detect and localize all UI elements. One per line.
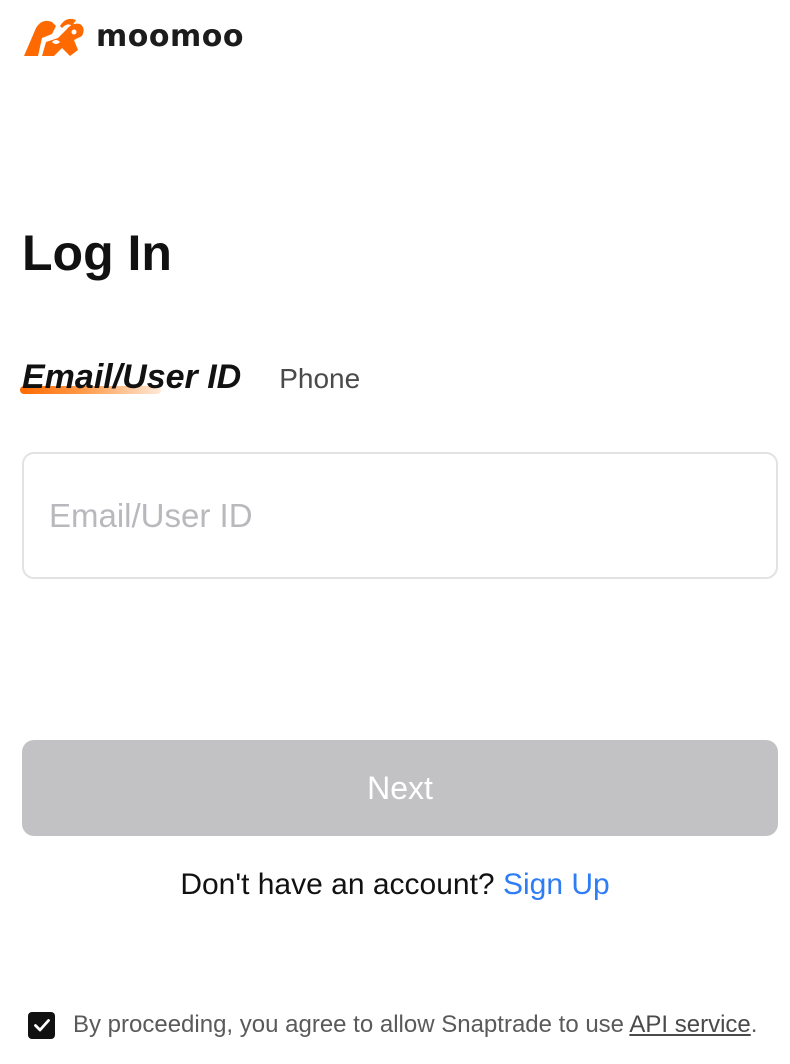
sign-up-link[interactable]: Sign Up bbox=[503, 868, 610, 901]
tab-phone-label: Phone bbox=[279, 363, 361, 394]
moomoo-bull-logo-icon bbox=[24, 18, 84, 57]
brand-header: moomoo bbox=[22, 14, 244, 58]
signup-row: Don't have an account? Sign Up bbox=[0, 868, 790, 902]
login-page: moomoo Log In Email/User ID Phone Next D… bbox=[0, 0, 790, 1064]
login-method-tabs: Email/User ID Phone bbox=[20, 358, 360, 397]
tab-phone[interactable]: Phone bbox=[279, 363, 360, 395]
tab-email-label: Email/User ID bbox=[22, 358, 242, 396]
email-field-container bbox=[22, 452, 778, 579]
consent-text: By proceeding, you agree to allow Snaptr… bbox=[73, 1011, 757, 1039]
email-user-id-input[interactable] bbox=[24, 454, 776, 577]
consent-row: By proceeding, you agree to allow Snaptr… bbox=[28, 1011, 757, 1039]
checkmark-icon bbox=[33, 1019, 50, 1032]
brand-name: moomoo bbox=[96, 18, 244, 54]
next-button[interactable]: Next bbox=[22, 740, 778, 836]
signup-prompt: Don't have an account? bbox=[180, 868, 495, 901]
consent-checkbox[interactable] bbox=[28, 1011, 55, 1039]
consent-text-before: By proceeding, you agree to allow Snaptr… bbox=[73, 1011, 625, 1038]
consent-text-after: . bbox=[750, 1011, 758, 1038]
tab-email-user-id[interactable]: Email/User ID bbox=[20, 358, 242, 397]
page-title: Log In bbox=[22, 225, 172, 281]
api-service-link[interactable]: API service bbox=[629, 1011, 750, 1038]
